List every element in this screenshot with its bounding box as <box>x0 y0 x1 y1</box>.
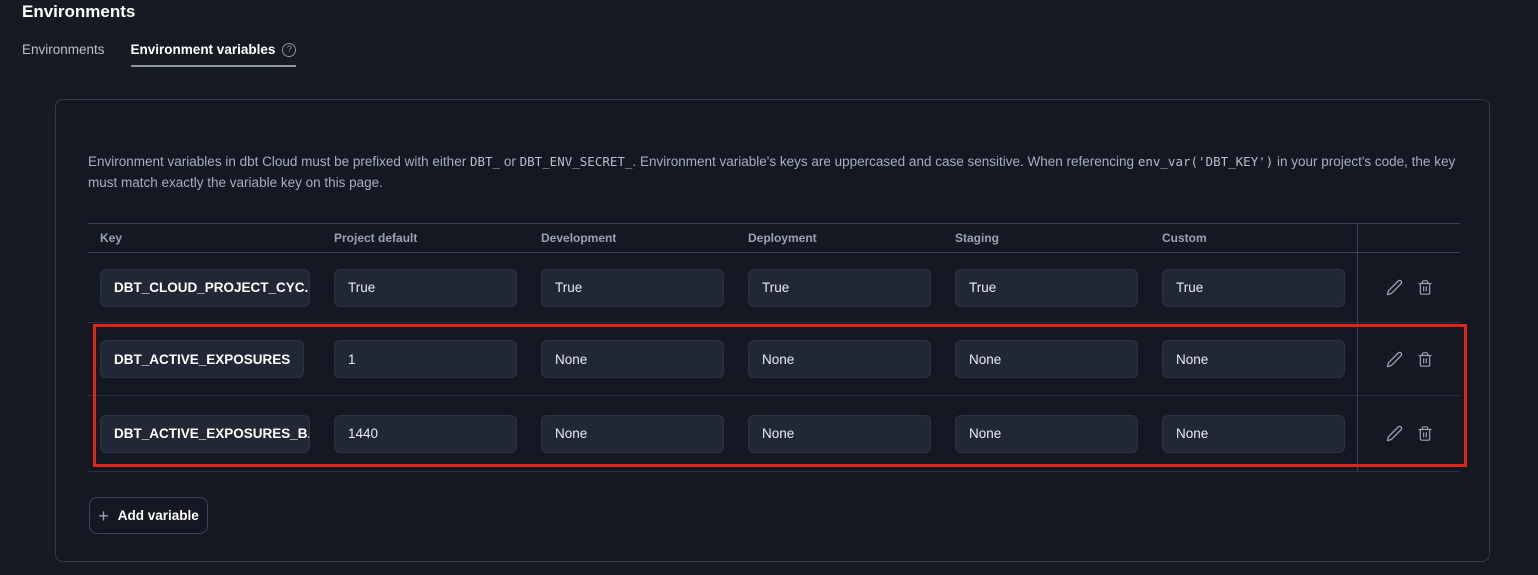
table-row-key-cell: DBT_CLOUD_PROJECT_CYC... <box>88 253 322 323</box>
table-row-cell: True <box>322 253 529 323</box>
pencil-icon <box>1386 279 1403 296</box>
add-variable-button[interactable]: + Add variable <box>89 497 208 534</box>
help-icon[interactable]: ? <box>282 43 296 57</box>
col-header-key: Key <box>88 223 322 253</box>
code-env-var-example: env_var('DBT_KEY') <box>1138 154 1273 169</box>
variable-key: DBT_ACTIVE_EXPOSURES <box>100 340 304 378</box>
variable-value: 1440 <box>334 415 517 453</box>
variable-value: True <box>955 269 1138 307</box>
col-header-custom: Custom <box>1150 223 1357 253</box>
variable-key: DBT_CLOUD_PROJECT_CYC... <box>100 269 310 307</box>
code-dbt-env-secret-prefix: DBT_ENV_SECRET_ <box>520 154 633 169</box>
table-row-key-cell: DBT_ACTIVE_EXPOSURES <box>88 323 322 396</box>
variable-value: True <box>748 269 931 307</box>
table-row-cell: None <box>736 396 943 472</box>
variable-key: DBT_ACTIVE_EXPOSURES_B... <box>100 415 310 453</box>
page-title: Environments <box>22 2 135 22</box>
table-row-key-cell: DBT_ACTIVE_EXPOSURES_B... <box>88 396 322 472</box>
pencil-icon <box>1386 425 1403 442</box>
variable-value: 1 <box>334 340 517 378</box>
pencil-icon <box>1386 351 1403 368</box>
table-row-actions <box>1357 253 1460 323</box>
tab-environments[interactable]: Environments <box>22 42 105 65</box>
variable-value: None <box>748 415 931 453</box>
tab-bar: Environments Environment variables ? <box>22 42 296 67</box>
col-header-deployment: Deployment <box>736 223 943 253</box>
variable-value: None <box>955 340 1138 378</box>
col-header-project-default: Project default <box>322 223 529 253</box>
table-row-cell: 1 <box>322 323 529 396</box>
variable-value: None <box>541 415 724 453</box>
col-header-actions <box>1357 223 1460 253</box>
table-row-actions <box>1357 323 1460 396</box>
delete-variable-button[interactable] <box>1417 351 1433 368</box>
table-row-cell: True <box>529 253 736 323</box>
table-row-cell: None <box>943 396 1150 472</box>
variable-value: None <box>955 415 1138 453</box>
trash-icon <box>1417 279 1433 296</box>
variable-value: None <box>541 340 724 378</box>
add-variable-label: Add variable <box>118 508 199 523</box>
prefix-description: Environment variables in dbt Cloud must … <box>88 151 1460 193</box>
tab-environments-label: Environments <box>22 42 105 57</box>
table-row-cell: None <box>529 396 736 472</box>
col-header-development: Development <box>529 223 736 253</box>
table-row-cell: 1440 <box>322 396 529 472</box>
delete-variable-button[interactable] <box>1417 425 1433 442</box>
variable-value: None <box>1162 415 1345 453</box>
variable-value: None <box>1162 340 1345 378</box>
table-row-actions <box>1357 396 1460 472</box>
table-row-cell: None <box>1150 396 1357 472</box>
edit-variable-button[interactable] <box>1386 279 1403 296</box>
tab-environment-variables[interactable]: Environment variables ? <box>131 42 297 67</box>
environment-variables-card: Environment variables in dbt Cloud must … <box>55 99 1490 562</box>
table-row-cell: None <box>736 323 943 396</box>
delete-variable-button[interactable] <box>1417 279 1433 296</box>
edit-variable-button[interactable] <box>1386 351 1403 368</box>
trash-icon <box>1417 425 1433 442</box>
col-header-staging: Staging <box>943 223 1150 253</box>
variable-value: True <box>1162 269 1345 307</box>
table-row-cell: None <box>529 323 736 396</box>
trash-icon <box>1417 351 1433 368</box>
env-variables-table: Key Project default Development Deployme… <box>88 223 1460 472</box>
variable-value: True <box>334 269 517 307</box>
table-row-cell: True <box>943 253 1150 323</box>
table-row-cell: None <box>1150 323 1357 396</box>
plus-icon: + <box>98 507 109 525</box>
table-row-cell: None <box>943 323 1150 396</box>
code-dbt-prefix: DBT_ <box>470 154 500 169</box>
table-row-cell: True <box>1150 253 1357 323</box>
table-row-cell: True <box>736 253 943 323</box>
edit-variable-button[interactable] <box>1386 425 1403 442</box>
tab-environment-variables-label: Environment variables <box>131 42 276 57</box>
variable-value: True <box>541 269 724 307</box>
variable-value: None <box>748 340 931 378</box>
